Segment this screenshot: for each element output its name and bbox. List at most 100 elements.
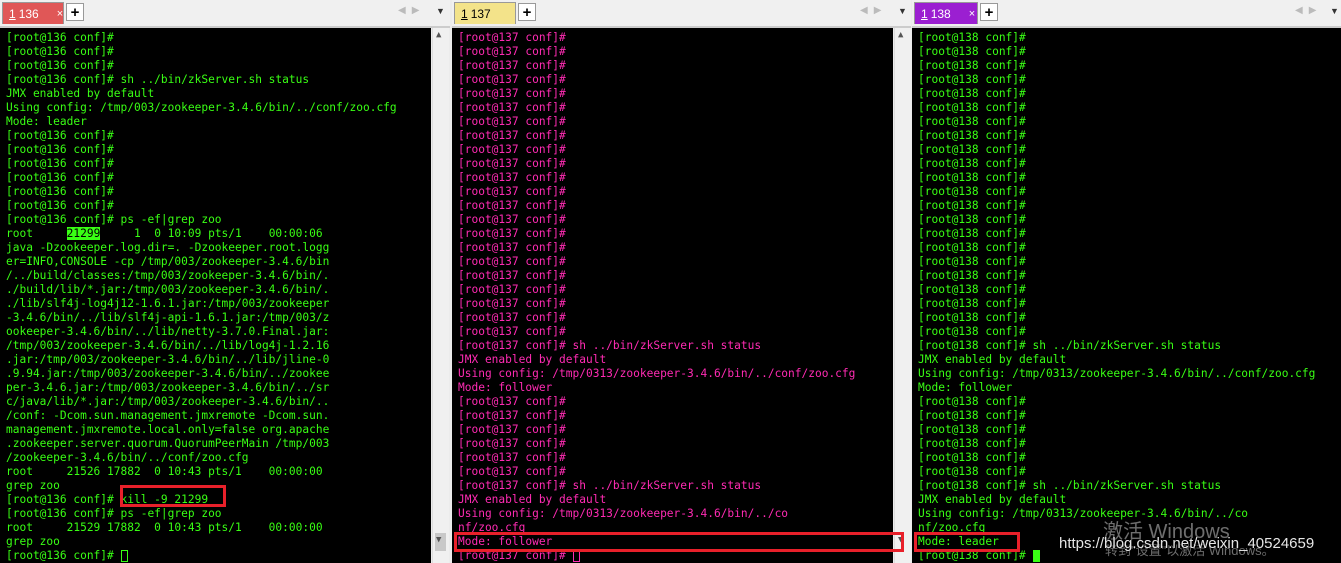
terminal-line: [root@138 conf]# — [918, 437, 1026, 450]
terminal-line: management.jmxremote.local.only=false or… — [6, 423, 330, 436]
terminal-line: [root@138 conf]# sh ../bin/zkServer.sh s… — [918, 479, 1222, 492]
terminal-line: [root@138 conf]# — [918, 297, 1026, 310]
tab-136[interactable]: 1 136 × — [2, 2, 64, 24]
terminal-line: [root@137 conf]# — [458, 129, 566, 142]
terminal-line: [root@138 conf]# — [918, 31, 1026, 44]
terminal-line: Using config: /tmp/0313/zookeeper-3.4.6/… — [458, 507, 789, 520]
scroll-down-icon[interactable]: ▼ — [436, 535, 441, 545]
terminal-line: /conf: -Dcom.sun.management.jmxremote -D… — [6, 409, 330, 422]
terminal-output[interactable]: [root@136 conf]# [root@136 conf]# [root@13… — [0, 28, 431, 563]
terminal-line: ./build/lib/*.jar:/tmp/003/zookeeper-3.4… — [6, 283, 330, 296]
terminal-line: [root@136 conf]# — [6, 157, 114, 170]
terminal-line: .9.94.jar:/tmp/003/zookeeper-3.4.6/bin/.… — [6, 367, 330, 380]
terminal-lines: [root@136 conf]# [root@136 conf]# [root@13… — [6, 31, 397, 563]
terminal-line: [root@136 conf]# ps -ef|grep zoo — [6, 213, 222, 226]
tab-scroll-arrows-icon[interactable]: ◀▶ — [860, 5, 887, 16]
scroll-down-icon[interactable]: ▼ — [898, 535, 903, 545]
terminal-line: [root@137 conf]# — [458, 423, 566, 436]
terminal-line: /tmp/003/zookeeper-3.4.6/bin/../lib/log4… — [6, 339, 330, 352]
terminal-line: ./lib/slf4j-log4j12-1.6.1.jar:/tmp/003/z… — [6, 297, 330, 310]
tab-label: 137 — [470, 6, 491, 21]
terminal-line: [root@138 conf]# — [918, 213, 1026, 226]
tab-bar: 1 136 × + ◀▶ ▼ — [0, 0, 450, 28]
scroll-up-icon[interactable]: ▲ — [898, 30, 903, 40]
terminal-line: [root@137 conf]# — [458, 409, 566, 422]
terminal-line: Mode: follower — [458, 535, 553, 548]
terminal-line: [root@137 conf]# sh ../bin/zkServer.sh s… — [458, 339, 762, 352]
terminal-line: [root@136 conf]# — [6, 59, 114, 72]
terminal-line: nf/zoo.cfg — [458, 521, 526, 534]
tab-number: 1 — [9, 6, 16, 21]
tab-scroll-arrows-icon[interactable]: ◀▶ — [398, 5, 425, 16]
terminal-output[interactable]: [root@137 conf]# [root@137 conf]# [root@13… — [452, 28, 893, 563]
terminal-line: [root@136 conf]# kill -9 21299 — [6, 493, 209, 506]
terminal-line: root 21526 17882 0 10:43 pts/1 00:00:00 — [6, 465, 323, 478]
tab-bar: 1 138 × + ◀▶ ▼ — [912, 0, 1341, 28]
terminal-line: [root@138 conf]# — [918, 45, 1026, 58]
pid-highlight: 21299 — [66, 227, 101, 240]
terminal-line: [root@137 conf]# — [458, 325, 566, 338]
terminal-line: root 21299 1 0 10:09 pts/1 00:00:06 — [6, 227, 323, 240]
tab-137[interactable]: 1 137 — [454, 2, 516, 24]
terminal-line: c/java/lib/*.jar:/tmp/003/zookeeper-3.4.… — [6, 395, 330, 408]
terminal-line: [root@138 conf]# — [918, 185, 1026, 198]
terminal-line: [root@138 conf]# — [918, 171, 1026, 184]
close-icon[interactable]: × — [969, 8, 975, 20]
add-tab-button[interactable]: + — [980, 3, 998, 21]
terminal-line: [root@137 conf]# — [458, 59, 566, 72]
terminal-line: [root@138 conf]# — [918, 199, 1026, 212]
source-url-watermark: https://blog.csdn.net/weixin_40524659 — [1059, 535, 1315, 552]
terminal-line: [root@138 conf]# sh ../bin/zkServer.sh s… — [918, 339, 1222, 352]
terminal-line: Using config: /tmp/003/zookeeper-3.4.6/b… — [6, 101, 397, 114]
terminal-line: [root@136 conf]# ps -ef|grep zoo — [6, 507, 222, 520]
terminal-line: [root@138 conf]# — [918, 423, 1026, 436]
terminal-cursor — [572, 550, 580, 562]
terminal-line: Using config: /tmp/0313/zookeeper-3.4.6/… — [458, 367, 856, 380]
terminal-line: [root@136 conf]# — [6, 31, 114, 44]
terminal-line: Mode: follower — [918, 381, 1013, 394]
terminal-line: JMX enabled by default — [6, 87, 155, 100]
terminal-line: [root@137 conf]# — [458, 143, 566, 156]
terminal-line: JMX enabled by default — [458, 493, 607, 506]
chevron-down-icon[interactable]: ▼ — [898, 6, 907, 16]
terminal-line: [root@136 conf]# — [6, 143, 114, 156]
add-tab-button[interactable]: + — [518, 3, 536, 21]
terminal-line: [root@137 conf]# — [458, 115, 566, 128]
scrollbar[interactable]: ▲ ▼ — [432, 28, 449, 563]
terminal-line: [root@138 conf]# — [918, 255, 1026, 268]
terminal-line: [root@137 conf]# — [458, 227, 566, 240]
terminal-line: [root@138 conf]# — [918, 87, 1026, 100]
terminal-line: [root@136 conf]# — [6, 185, 114, 198]
terminal-line: [root@137 conf]# — [458, 87, 566, 100]
terminal-output[interactable]: [root@138 conf]# [root@138 conf]# [root@13… — [912, 28, 1341, 563]
terminal-line: er=INFO,CONSOLE -cp /tmp/003/zookeeper-3… — [6, 255, 330, 268]
chevron-down-icon[interactable]: ▼ — [436, 6, 445, 16]
terminal-line: [root@138 conf]# — [918, 325, 1026, 338]
close-icon[interactable]: × — [57, 8, 63, 20]
terminal-line: [root@138 conf]# — [918, 143, 1026, 156]
terminal-line: [root@138 conf]# — [918, 101, 1026, 114]
tab-138[interactable]: 1 138 × — [914, 2, 978, 24]
terminal-line: [root@136 conf]# — [6, 129, 114, 142]
terminal-line: grep zoo — [6, 479, 60, 492]
add-tab-button[interactable]: + — [66, 3, 84, 21]
terminal-line: [root@136 conf]# — [6, 171, 114, 184]
terminal-line: [root@137 conf]# — [458, 549, 855, 563]
chevron-down-icon[interactable]: ▼ — [1330, 6, 1339, 16]
tab-scroll-arrows-icon[interactable]: ◀▶ — [1295, 5, 1322, 16]
terminal-lines: [root@138 conf]# [root@138 conf]# [root@13… — [918, 31, 1315, 563]
terminal-cursor — [120, 550, 128, 562]
terminal-line: [root@138 conf]# — [918, 227, 1026, 240]
terminal-line: JMX enabled by default — [458, 353, 607, 366]
terminal-line: [root@136 conf]# — [6, 45, 114, 58]
terminal-line: [root@137 conf]# sh ../bin/zkServer.sh s… — [458, 479, 762, 492]
terminal-line: Using config: /tmp/0313/zookeeper-3.4.6/… — [918, 367, 1316, 380]
terminal-line: [root@138 conf]# — [918, 241, 1026, 254]
scroll-up-icon[interactable]: ▲ — [436, 30, 441, 40]
terminal-line: [root@137 conf]# — [458, 45, 566, 58]
scrollbar[interactable]: ▲ ▼ — [894, 28, 911, 563]
terminal-line: [root@137 conf]# — [458, 451, 566, 464]
terminal-line: [root@138 conf]# — [918, 59, 1026, 72]
tab-number: 1 — [461, 6, 468, 21]
terminal-line: .jar:/tmp/003/zookeeper-3.4.6/bin/../lib… — [6, 353, 330, 366]
